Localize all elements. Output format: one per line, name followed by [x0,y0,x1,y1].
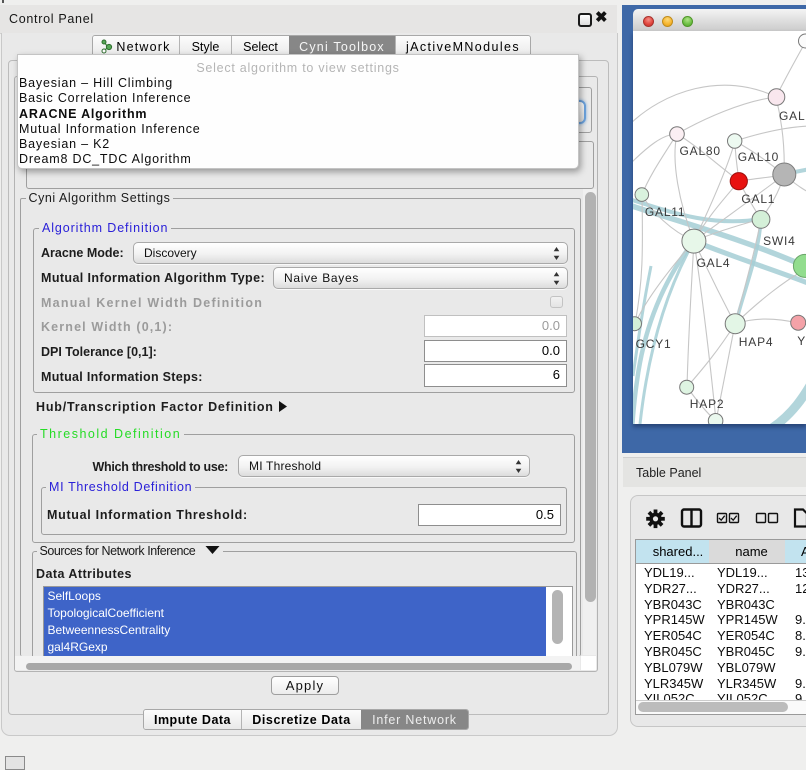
svg-text:HAP4: HAP4 [739,335,774,349]
svg-text:GAL1: GAL1 [741,192,775,206]
svg-text:SWI4: SWI4 [763,234,796,248]
svg-text:GAL4: GAL4 [697,256,731,270]
svg-text:GAL7: GAL7 [779,109,806,123]
svg-text:Y: Y [797,334,806,348]
svg-text:HAP2: HAP2 [690,397,725,411]
svg-text:GAL80: GAL80 [680,144,721,158]
svg-text:GAL11: GAL11 [645,205,685,219]
svg-text:GAL10: GAL10 [738,150,779,164]
svg-text:GCY1: GCY1 [636,337,672,351]
